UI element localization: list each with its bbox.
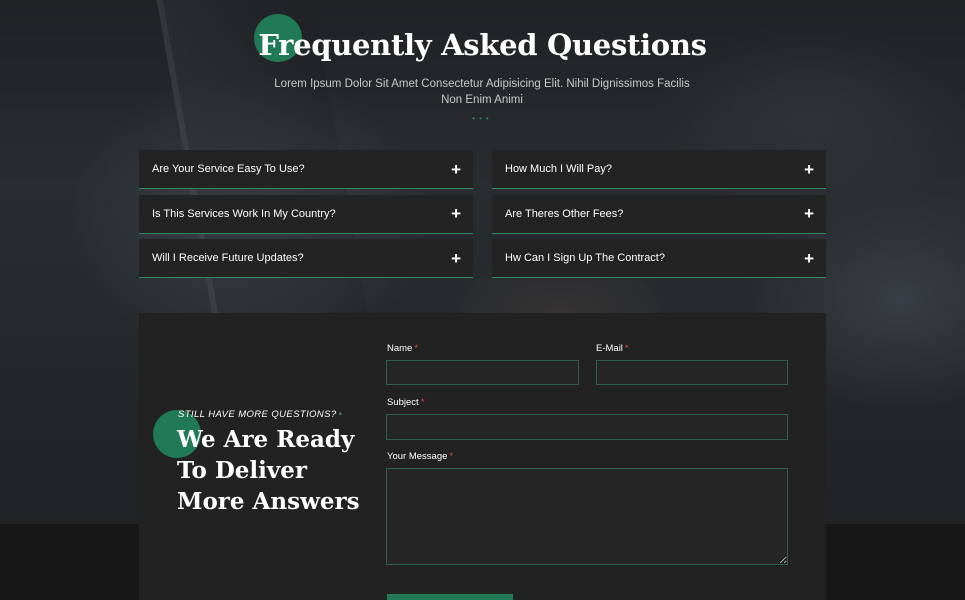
subject-label-text: Subject <box>387 397 419 408</box>
faq-question: Are Theres Other Fees? <box>505 207 624 220</box>
decorative-dots: ••• <box>472 114 493 123</box>
plus-icon[interactable]: + <box>451 250 461 267</box>
name-label-text: Name <box>387 343 413 354</box>
subject-label: Subject * <box>387 397 424 408</box>
cta-kicker-dot: • <box>338 409 343 420</box>
faq-column-right: How Much I Will Pay? + Are Theres Other … <box>492 150 826 284</box>
faq-item[interactable]: How Much I Will Pay? + <box>492 150 826 189</box>
name-label: Name * <box>387 343 418 354</box>
faq-item[interactable]: Will I Receive Future Updates? + <box>139 239 473 278</box>
required-mark: * <box>420 397 425 408</box>
required-mark: * <box>449 451 454 462</box>
email-label: E-Mail * <box>596 343 629 354</box>
submit-button[interactable] <box>387 594 513 600</box>
message-textarea[interactable] <box>386 468 788 565</box>
faq-question: Are Your Service Easy To Use? <box>152 163 305 175</box>
message-label-text: Your Message <box>387 451 448 462</box>
page-header: Frequently Asked Questions <box>0 22 965 62</box>
plus-icon[interactable]: + <box>804 161 814 178</box>
required-mark: * <box>414 343 419 354</box>
faq-question: How Much I Will Pay? <box>505 163 612 175</box>
subject-input[interactable] <box>386 414 788 440</box>
faq-question: Hw Can I Sign Up The Contract? <box>505 252 665 264</box>
plus-icon[interactable]: + <box>451 205 461 222</box>
plus-icon[interactable]: + <box>451 161 461 178</box>
faq-item[interactable]: Are Your Service Easy To Use? + <box>139 150 473 189</box>
name-input[interactable] <box>386 360 579 385</box>
required-mark: * <box>624 343 629 354</box>
page-title: Frequently Asked Questions <box>258 28 707 62</box>
cta-kicker-text: STILL HAVE MORE QUESTIONS? <box>178 409 337 420</box>
message-label: Your Message * <box>387 451 453 462</box>
faq-column-left: Are Your Service Easy To Use? + Is This … <box>139 150 473 284</box>
page-subtitle: Lorem Ipsum Dolor Sit Amet Consectetur A… <box>274 78 690 106</box>
email-label-text: E-Mail <box>596 343 623 354</box>
email-input[interactable] <box>596 360 788 385</box>
cta-kicker: STILL HAVE MORE QUESTIONS? • <box>178 409 342 420</box>
faq-item[interactable]: Is This Services Work In My Country? + <box>139 194 473 234</box>
faq-question: Is This Services Work In My Country? <box>152 207 336 220</box>
faq-question: Will I Receive Future Updates? <box>152 252 304 264</box>
plus-icon[interactable]: + <box>804 205 814 222</box>
plus-icon[interactable]: + <box>804 250 814 267</box>
cta-heading: We Are Ready To Deliver More Answers <box>177 426 360 515</box>
faq-item[interactable]: Are Theres Other Fees? + <box>492 194 826 234</box>
faq-item[interactable]: Hw Can I Sign Up The Contract? + <box>492 239 826 278</box>
